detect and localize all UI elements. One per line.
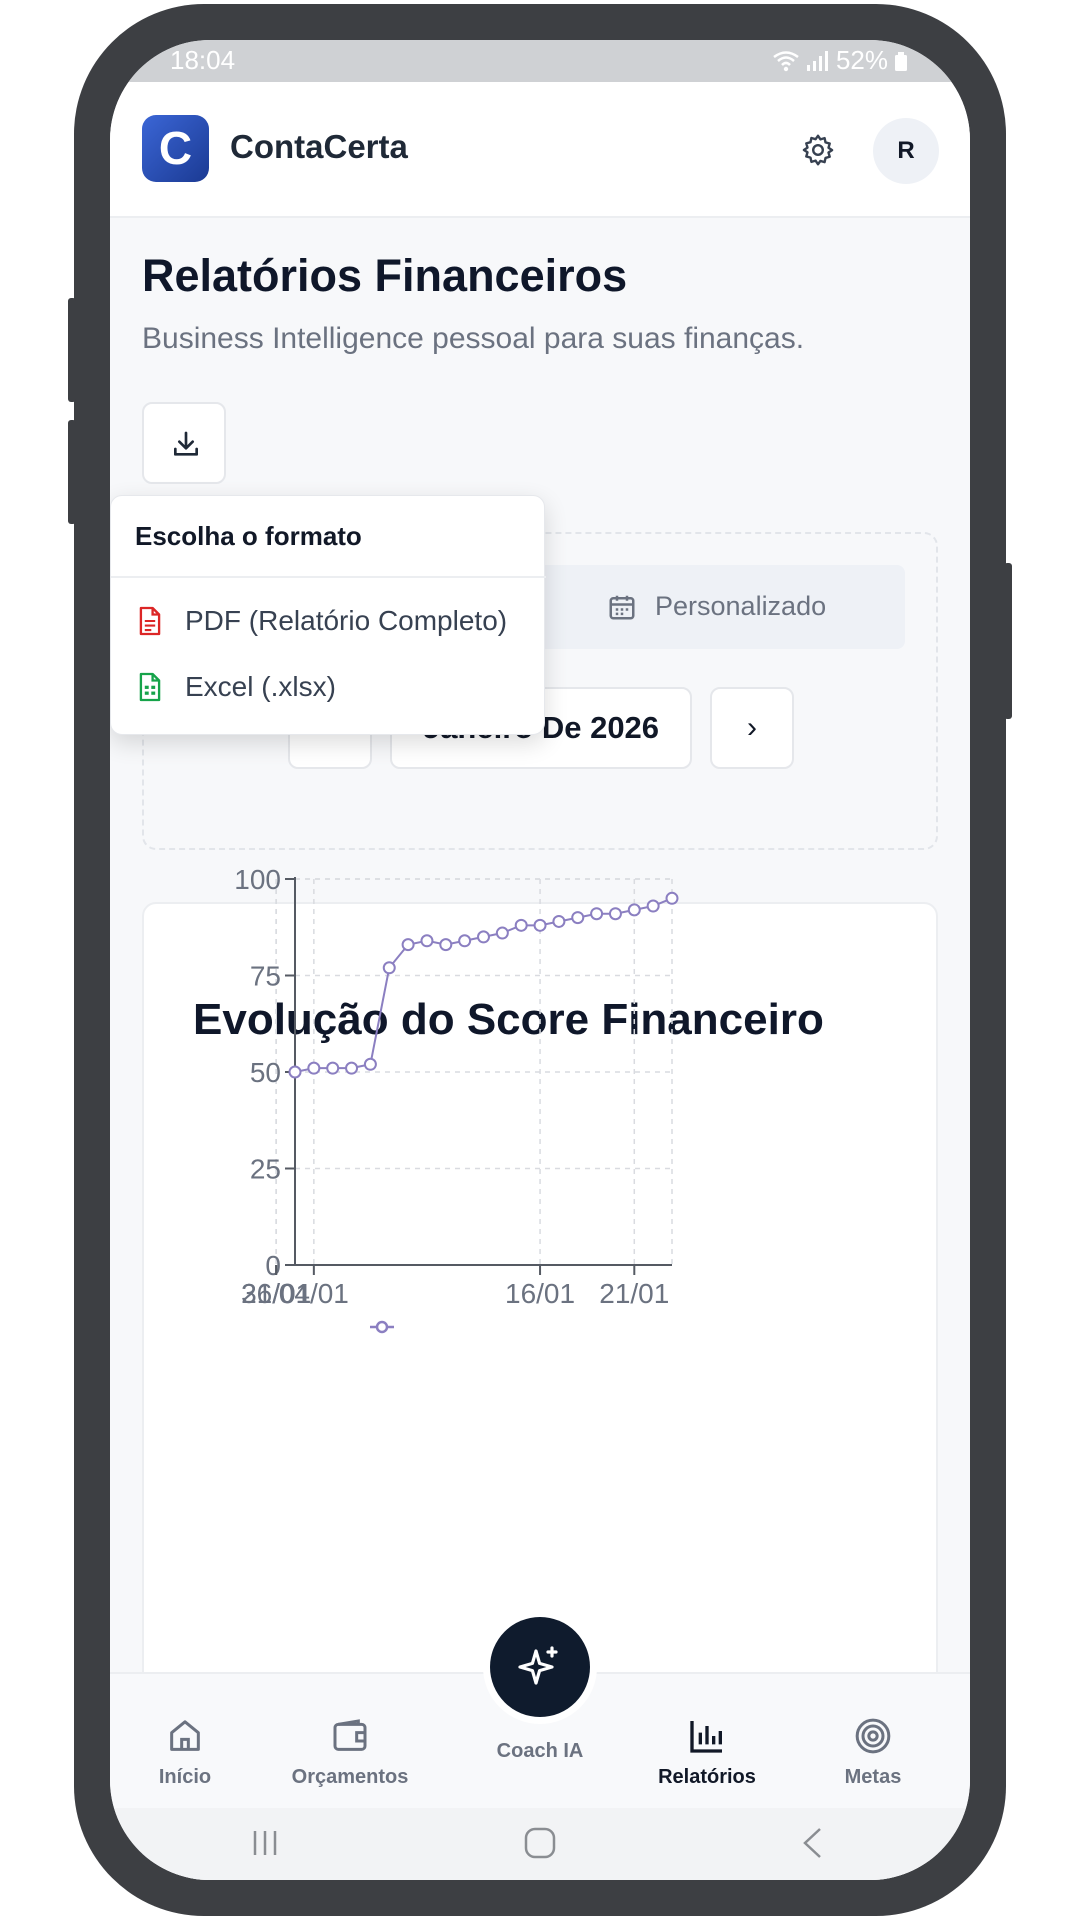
nav-inicio-label: Início <box>158 1766 212 1788</box>
phone-side-button <box>68 420 76 524</box>
data-point <box>326 1061 340 1075</box>
y-tick-label: 0 <box>265 1250 281 1281</box>
coach-ia-label: Coach IA <box>496 1740 584 1762</box>
nav-orcamentos[interactable]: Orçamentos <box>275 1674 425 1810</box>
y-tick-label: 25 <box>250 1154 281 1185</box>
nav-orcamentos-label: Orçamentos <box>291 1766 409 1788</box>
bar-chart-icon <box>690 1721 722 1753</box>
data-point <box>590 907 604 921</box>
score-series-line <box>294 897 673 1073</box>
data-point <box>458 934 472 948</box>
home-button-icon[interactable] <box>523 1826 557 1860</box>
y-tick-label: 100 <box>234 864 281 895</box>
phone-screen: 18:04 52% C ContaCerta R Relatórios Fina… <box>110 40 970 1880</box>
phone-side-button <box>1004 563 1012 719</box>
data-point <box>608 907 622 921</box>
data-point <box>533 918 547 932</box>
sparkles-icon <box>518 1646 558 1685</box>
x-tick-label: 16/01 <box>505 1278 575 1309</box>
y-tick-label: 75 <box>250 961 281 992</box>
nav-metas-label: Metas <box>844 1766 902 1788</box>
nav-inicio[interactable]: Início <box>110 1674 260 1810</box>
data-point <box>571 911 585 925</box>
data-point <box>345 1061 359 1075</box>
score-line-chart: 025507510004/01 16/01 21/0126/0131/01 <box>234 864 679 1334</box>
data-point <box>514 918 528 932</box>
nav-relatorios[interactable]: Relatórios <box>632 1674 782 1810</box>
legend-marker-dot <box>375 1320 389 1334</box>
coach-ia-button[interactable] <box>490 1617 590 1717</box>
x-tick-label: 31/01 <box>241 1278 311 1309</box>
data-point <box>420 934 434 948</box>
data-point <box>307 1061 321 1075</box>
data-point <box>401 938 415 952</box>
recent-apps-icon[interactable] <box>250 1828 280 1858</box>
system-navigation-bar <box>110 1808 970 1880</box>
data-point <box>288 1065 302 1079</box>
phone-side-button <box>68 298 76 402</box>
y-tick-label: 50 <box>250 1057 281 1088</box>
data-point <box>495 926 509 940</box>
data-point <box>382 961 396 975</box>
nav-metas[interactable]: Metas <box>798 1674 948 1810</box>
target-icon <box>855 1718 891 1754</box>
data-point <box>439 938 453 952</box>
home-icon <box>170 1720 200 1751</box>
nav-relatorios-label: Relatórios <box>658 1766 756 1788</box>
wallet-icon <box>333 1719 367 1751</box>
data-point <box>665 891 679 905</box>
data-point <box>552 914 566 928</box>
x-tick-label: 21/01 <box>599 1278 669 1309</box>
back-icon[interactable] <box>800 1826 824 1860</box>
data-point <box>627 903 641 917</box>
data-point <box>477 930 490 944</box>
data-point <box>646 899 660 913</box>
data-point <box>363 1057 377 1071</box>
